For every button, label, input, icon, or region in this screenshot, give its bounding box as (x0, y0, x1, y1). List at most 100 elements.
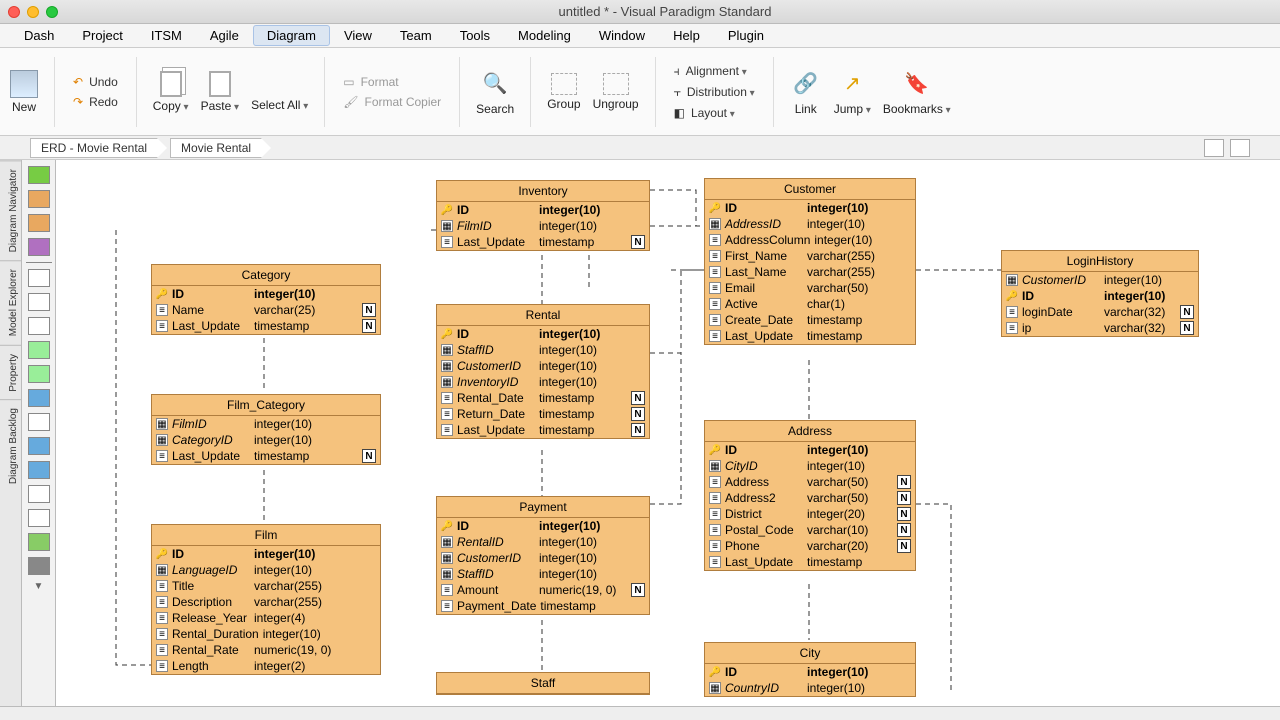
paste-button[interactable]: Paste (199, 67, 242, 117)
entity-column[interactable]: 🔑IDinteger(10) (705, 200, 915, 216)
palette-note2-icon[interactable] (28, 365, 50, 383)
zoom-window-icon[interactable] (46, 6, 58, 18)
diagram-canvas[interactable]: Inventory🔑IDinteger(10)▦FilmIDinteger(10… (56, 160, 1280, 706)
entity-category[interactable]: Category🔑IDinteger(10)≡Namevarchar(25)N≡… (151, 264, 381, 335)
palette-misc1-icon[interactable] (28, 413, 50, 431)
menu-plugin[interactable]: Plugin (714, 25, 778, 46)
menu-modeling[interactable]: Modeling (504, 25, 585, 46)
undo-button[interactable]: ↶Undo (69, 73, 122, 91)
entity-column[interactable]: ▦StaffIDinteger(10) (437, 342, 649, 358)
entity-column[interactable]: ≡Release_Yearinteger(4) (152, 610, 380, 626)
breadcrumb-root[interactable]: ERD - Movie Rental (30, 138, 158, 158)
menu-itsm[interactable]: ITSM (137, 25, 196, 46)
entity-column[interactable]: ≡First_Namevarchar(255) (705, 248, 915, 264)
palette-misc3-icon[interactable] (28, 461, 50, 479)
entity-column[interactable]: ▦CustomerIDinteger(10) (437, 358, 649, 374)
entity-column[interactable]: ≡Rental_Ratenumeric(19, 0) (152, 642, 380, 658)
entity-inventory[interactable]: Inventory🔑IDinteger(10)▦FilmIDinteger(10… (436, 180, 650, 251)
palette-misc5-icon[interactable] (28, 509, 50, 527)
sidetab-diagram-navigator[interactable]: Diagram Navigator (0, 160, 21, 260)
entity-column[interactable]: ≡Phonevarchar(20)N (705, 538, 915, 554)
search-button[interactable]: 🔍 Search (474, 64, 516, 120)
entity-column[interactable]: ≡Last_UpdatetimestampN (437, 422, 649, 438)
menu-view[interactable]: View (330, 25, 386, 46)
entity-column[interactable]: 🔑IDinteger(10) (437, 202, 649, 218)
format-button[interactable]: ▭Format (339, 73, 445, 91)
jump-button[interactable]: ↗ Jump (832, 64, 873, 120)
entity-customer[interactable]: Customer🔑IDinteger(10)▦AddressIDinteger(… (704, 178, 916, 345)
bookmarks-button[interactable]: 🔖 Bookmarks (881, 64, 953, 120)
alignment-menu[interactable]: ⫞Alignment (670, 62, 759, 81)
palette-entity2-icon[interactable] (28, 214, 50, 232)
copy-button[interactable]: Copy (151, 67, 191, 117)
entity-column[interactable]: ▦LanguageIDinteger(10) (152, 562, 380, 578)
palette-rel2-icon[interactable] (28, 293, 50, 311)
entity-column[interactable]: ▦InventoryIDinteger(10) (437, 374, 649, 390)
menu-agile[interactable]: Agile (196, 25, 253, 46)
entity-column[interactable]: ≡Emailvarchar(50) (705, 280, 915, 296)
layout-menu[interactable]: ◧Layout (670, 104, 759, 122)
palette-note-icon[interactable] (28, 341, 50, 359)
link-button[interactable]: 🔗 Link (788, 64, 824, 120)
entity-column[interactable]: ≡Last_Updatetimestamp (705, 554, 915, 570)
entity-column[interactable]: ≡Descriptionvarchar(255) (152, 594, 380, 610)
palette-more-icon[interactable]: ▼ (34, 581, 44, 592)
menu-help[interactable]: Help (659, 25, 714, 46)
entity-column[interactable]: 🔑IDinteger(10) (705, 442, 915, 458)
menu-dash[interactable]: Dash (10, 25, 68, 46)
entity-column[interactable]: 🔑IDinteger(10) (152, 546, 380, 562)
entity-column[interactable]: ≡Districtinteger(20)N (705, 506, 915, 522)
entity-column[interactable]: ≡ipvarchar(32)N (1002, 320, 1198, 336)
palette-misc4-icon[interactable] (28, 485, 50, 503)
entity-column[interactable]: ▦StaffIDinteger(10) (437, 566, 649, 582)
entity-column[interactable]: ≡Addressvarchar(50)N (705, 474, 915, 490)
palette-misc2-icon[interactable] (28, 437, 50, 455)
menu-team[interactable]: Team (386, 25, 446, 46)
entity-city[interactable]: City🔑IDinteger(10)▦CountryIDinteger(10) (704, 642, 916, 697)
palette-entity-icon[interactable] (28, 190, 50, 208)
entity-column[interactable]: ≡Create_Datetimestamp (705, 312, 915, 328)
entity-column[interactable]: ≡Return_DatetimestampN (437, 406, 649, 422)
diagram-ql-icon[interactable] (1204, 139, 1224, 157)
entity-column[interactable]: ≡Address2varchar(50)N (705, 490, 915, 506)
entity-column[interactable]: ≡Titlevarchar(255) (152, 578, 380, 594)
breadcrumb-leaf[interactable]: Movie Rental (170, 138, 262, 158)
format-copier-button[interactable]: 🖌Format Copier (339, 93, 445, 111)
new-button[interactable]: New (8, 66, 40, 118)
sidetab-diagram-backlog[interactable]: Diagram Backlog (0, 399, 21, 492)
entity-column[interactable]: ≡Postal_Codevarchar(10)N (705, 522, 915, 538)
entity-column[interactable]: ≡Last_UpdatetimestampN (437, 234, 649, 250)
menu-diagram[interactable]: Diagram (253, 25, 330, 46)
entity-address[interactable]: Address🔑IDinteger(10)▦CityIDinteger(10)≡… (704, 420, 916, 571)
entity-column[interactable]: ▦CustomerIDinteger(10) (437, 550, 649, 566)
sidetab-model-explorer[interactable]: Model Explorer (0, 260, 21, 344)
entity-column[interactable]: 🔑IDinteger(10) (437, 326, 649, 342)
entity-column[interactable]: 🔑IDinteger(10) (705, 664, 915, 680)
entity-column[interactable]: ≡loginDatevarchar(32)N (1002, 304, 1198, 320)
diagram-view-icon[interactable] (1230, 139, 1250, 157)
entity-column[interactable]: ≡Last_UpdatetimestampN (152, 318, 380, 334)
ungroup-button[interactable]: Ungroup (591, 69, 641, 115)
palette-rel1-icon[interactable] (28, 269, 50, 287)
entity-column[interactable]: ▦AddressIDinteger(10) (705, 216, 915, 232)
entity-loginhistory[interactable]: LoginHistory▦CustomerIDinteger(10)🔑IDint… (1001, 250, 1199, 337)
entity-column[interactable]: ▦FilmIDinteger(10) (152, 416, 380, 432)
entity-column[interactable]: ≡Last_UpdatetimestampN (152, 448, 380, 464)
distribution-menu[interactable]: ⫟Distribution (670, 83, 759, 102)
entity-film[interactable]: Film🔑IDinteger(10)▦LanguageIDinteger(10)… (151, 524, 381, 675)
entity-column[interactable]: ≡Namevarchar(25)N (152, 302, 380, 318)
entity-column[interactable]: ≡AddressColumninteger(10) (705, 232, 915, 248)
palette-view-icon[interactable] (28, 238, 50, 256)
entity-filmcategory[interactable]: Film_Category▦FilmIDinteger(10)▦Category… (151, 394, 381, 465)
entity-column[interactable]: 🔑IDinteger(10) (152, 286, 380, 302)
entity-column[interactable]: 🔑IDinteger(10) (437, 518, 649, 534)
entity-column[interactable]: ▦CategoryIDinteger(10) (152, 432, 380, 448)
palette-misc7-icon[interactable] (28, 557, 50, 575)
entity-column[interactable]: ▦CustomerIDinteger(10) (1002, 272, 1198, 288)
palette-cursor-icon[interactable] (28, 166, 50, 184)
entity-column[interactable]: ≡Rental_DatetimestampN (437, 390, 649, 406)
entity-column[interactable]: ≡Rental_Durationinteger(10) (152, 626, 380, 642)
entity-column[interactable]: ▦CityIDinteger(10) (705, 458, 915, 474)
entity-payment[interactable]: Payment🔑IDinteger(10)▦RentalIDinteger(10… (436, 496, 650, 615)
entity-column[interactable]: ≡Last_Updatetimestamp (705, 328, 915, 344)
